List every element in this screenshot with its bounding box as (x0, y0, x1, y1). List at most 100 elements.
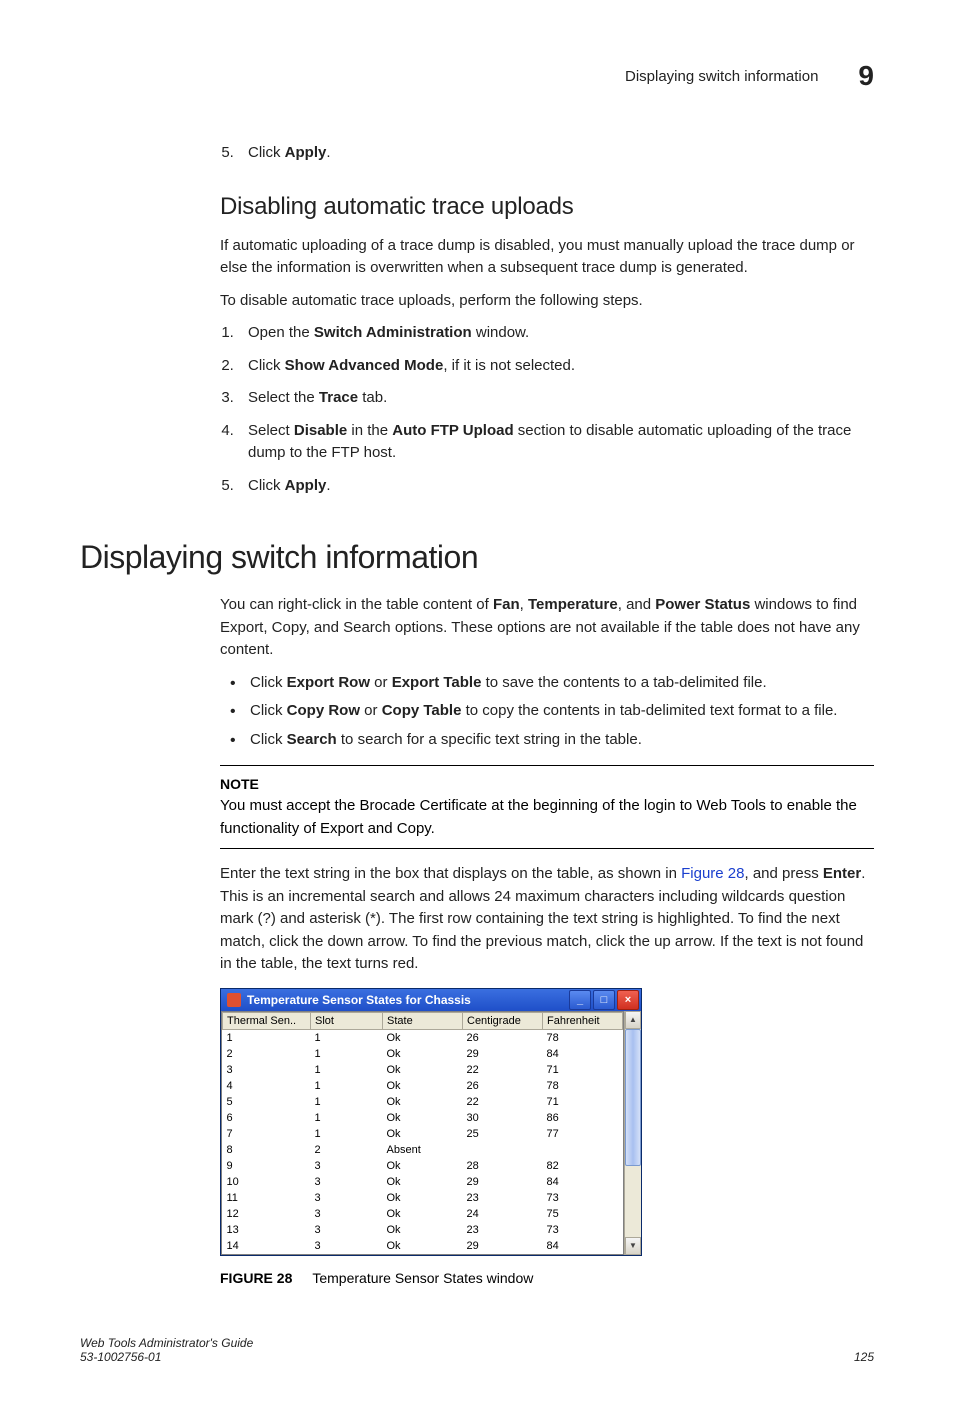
table-cell: 84 (543, 1238, 623, 1254)
table-cell: 1 (311, 1029, 383, 1046)
table-cell: 23 (463, 1190, 543, 1206)
table-cell: 3 (311, 1158, 383, 1174)
figure-28-link[interactable]: Figure 28 (681, 865, 744, 882)
rightclick-paragraph: You can right-click in the table content… (220, 594, 874, 662)
step-4: Select Disable in the Auto FTP Upload se… (238, 420, 874, 465)
table-cell: 3 (311, 1238, 383, 1254)
table-cell: 84 (543, 1174, 623, 1190)
step-1: Open the Switch Administration window. (238, 322, 874, 345)
table-row[interactable]: 113Ok2373 (223, 1190, 623, 1206)
scroll-thumb[interactable] (625, 1029, 641, 1166)
scroll-up-button[interactable]: ▲ (625, 1011, 641, 1029)
search-paragraph: Enter the text string in the box that di… (220, 863, 874, 976)
window-titlebar[interactable]: Temperature Sensor States for Chassis _ … (221, 989, 641, 1011)
table-row[interactable]: 133Ok2373 (223, 1222, 623, 1238)
table-cell: 8 (223, 1142, 311, 1158)
scroll-track[interactable] (625, 1029, 641, 1237)
table-cell: 84 (543, 1046, 623, 1062)
app-icon (227, 993, 241, 1007)
table-cell: Ok (383, 1158, 463, 1174)
running-title: Displaying switch information (625, 68, 818, 85)
table-cell: 4 (223, 1078, 311, 1094)
temperature-table[interactable]: Thermal Sen.. Slot State Centigrade Fahr… (222, 1012, 623, 1254)
table-row[interactable]: 31Ok2271 (223, 1062, 623, 1078)
table-cell: 78 (543, 1078, 623, 1094)
bullet-search: Click Search to search for a specific te… (220, 729, 874, 752)
table-cell: 25 (463, 1126, 543, 1142)
table-cell: Ok (383, 1238, 463, 1254)
table-cell: 78 (543, 1029, 623, 1046)
table-row[interactable]: 103Ok2984 (223, 1174, 623, 1190)
table-cell: 75 (543, 1206, 623, 1222)
table-cell: Ok (383, 1078, 463, 1094)
table-row[interactable]: 82Absent (223, 1142, 623, 1158)
table-row[interactable]: 93Ok2882 (223, 1158, 623, 1174)
table-cell: 22 (463, 1062, 543, 1078)
table-cell: 29 (463, 1174, 543, 1190)
table-cell: 2 (311, 1142, 383, 1158)
disable-intro-paragraph: If automatic uploading of a trace dump i… (220, 235, 874, 280)
scroll-down-button[interactable]: ▼ (625, 1237, 641, 1255)
table-row[interactable]: 41Ok2678 (223, 1078, 623, 1094)
table-cell: 12 (223, 1206, 311, 1222)
table-row[interactable]: 21Ok2984 (223, 1046, 623, 1062)
step-3: Select the Trace tab. (238, 387, 874, 410)
table-cell: 29 (463, 1238, 543, 1254)
table-cell: Ok (383, 1062, 463, 1078)
table-cell: 7 (223, 1126, 311, 1142)
figure-caption-text: Temperature Sensor States window (312, 1270, 533, 1286)
table-cell: Ok (383, 1046, 463, 1062)
table-row[interactable]: 123Ok2475 (223, 1206, 623, 1222)
table-cell: 24 (463, 1206, 543, 1222)
table-cell: 23 (463, 1222, 543, 1238)
col-thermal[interactable]: Thermal Sen.. (223, 1012, 311, 1029)
table-cell: 13 (223, 1222, 311, 1238)
step-2: Click Show Advanced Mode, if it is not s… (238, 355, 874, 378)
table-cell: 3 (311, 1190, 383, 1206)
table-cell: 1 (223, 1029, 311, 1046)
col-fahrenheit[interactable]: Fahrenheit (543, 1012, 623, 1029)
note-label: NOTE (220, 774, 874, 795)
table-cell: Ok (383, 1094, 463, 1110)
table-row[interactable]: 61Ok3086 (223, 1110, 623, 1126)
table-cell: 3 (223, 1062, 311, 1078)
action-bullet-list: Click Export Row or Export Table to save… (220, 672, 874, 752)
table-cell: 6 (223, 1110, 311, 1126)
maximize-button[interactable]: □ (593, 990, 615, 1010)
note-block: NOTE You must accept the Brocade Certifi… (220, 765, 874, 849)
table-row[interactable]: 11Ok2678 (223, 1029, 623, 1046)
table-cell: 5 (223, 1094, 311, 1110)
table-cell: 14 (223, 1238, 311, 1254)
col-state[interactable]: State (383, 1012, 463, 1029)
footer-doc: 53-1002756-01 (80, 1350, 253, 1364)
temperature-window: Temperature Sensor States for Chassis _ … (220, 988, 642, 1256)
page-footer: Web Tools Administrator's Guide 53-10027… (80, 1336, 874, 1364)
table-cell: 1 (311, 1094, 383, 1110)
close-button[interactable]: × (617, 990, 639, 1010)
table-cell: 73 (543, 1222, 623, 1238)
table-cell: 28 (463, 1158, 543, 1174)
table-row[interactable]: 143Ok2984 (223, 1238, 623, 1254)
table-cell: Ok (383, 1126, 463, 1142)
table-row[interactable]: 51Ok2271 (223, 1094, 623, 1110)
table-cell: 3 (311, 1222, 383, 1238)
table-row[interactable]: 71Ok2577 (223, 1126, 623, 1142)
footer-left: Web Tools Administrator's Guide 53-10027… (80, 1336, 253, 1364)
table-cell: 82 (543, 1158, 623, 1174)
table-cell: 3 (311, 1174, 383, 1190)
table-cell: 22 (463, 1094, 543, 1110)
table-cell: 73 (543, 1190, 623, 1206)
table-cell: 86 (543, 1110, 623, 1126)
footer-page: 125 (854, 1350, 874, 1364)
table-cell: 9 (223, 1158, 311, 1174)
vertical-scrollbar[interactable]: ▲ ▼ (624, 1011, 641, 1255)
table-cell: Ok (383, 1190, 463, 1206)
col-slot[interactable]: Slot (311, 1012, 383, 1029)
table-cell: 3 (311, 1206, 383, 1222)
table-header-row: Thermal Sen.. Slot State Centigrade Fahr… (223, 1012, 623, 1029)
table-cell: 71 (543, 1062, 623, 1078)
table-cell: 30 (463, 1110, 543, 1126)
table-cell: 11 (223, 1190, 311, 1206)
col-centigrade[interactable]: Centigrade (463, 1012, 543, 1029)
minimize-button[interactable]: _ (569, 990, 591, 1010)
